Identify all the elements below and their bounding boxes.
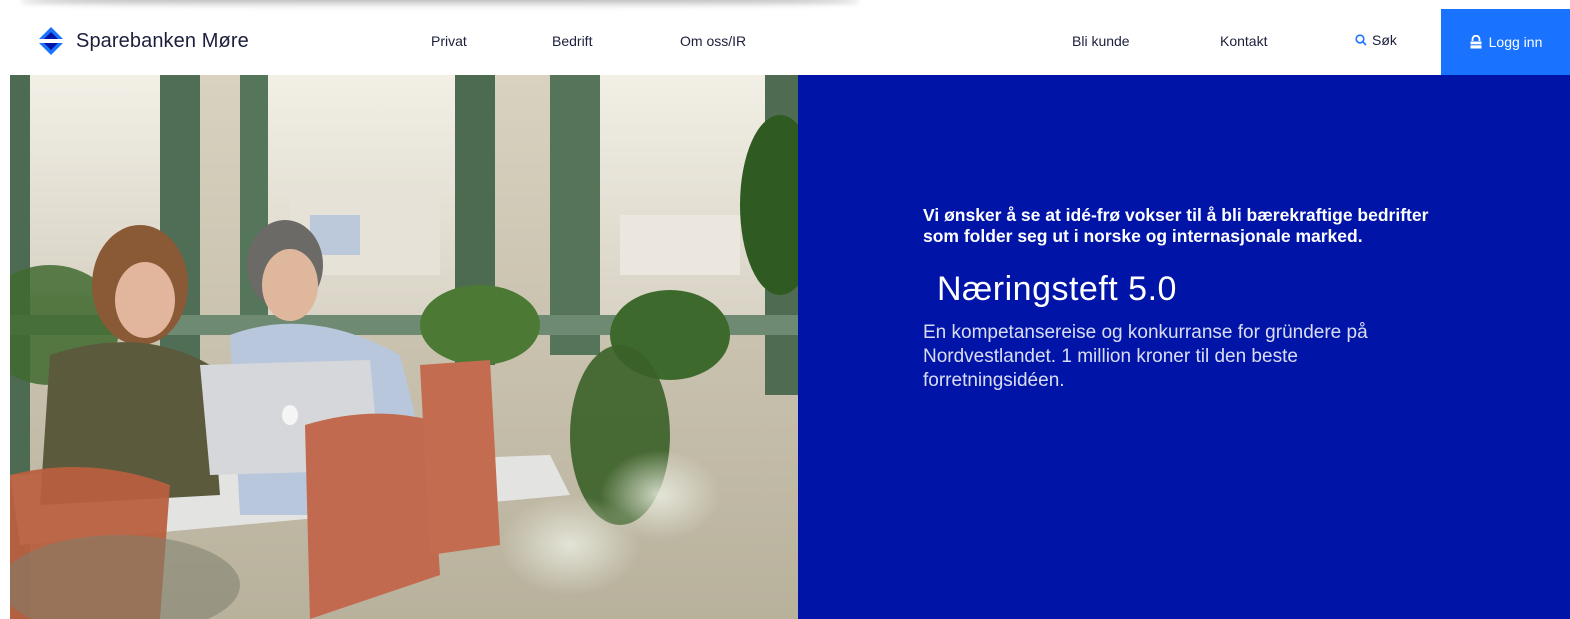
hero-panel: Vi ønsker å se at idé-frø vokser til å b…: [798, 75, 1570, 619]
brand-logo[interactable]: Sparebanken Møre: [36, 26, 249, 56]
nav-kontakt[interactable]: Kontakt: [1220, 33, 1267, 49]
hero-description: En kompetansereise og konkurranse for gr…: [923, 321, 1368, 392]
diamond-logo-icon: [39, 27, 63, 55]
brand-name: Sparebanken Møre: [76, 29, 249, 52]
nav-om-oss-ir[interactable]: Om oss/IR: [680, 33, 746, 49]
hero-photo: [10, 75, 798, 619]
search-button[interactable]: Søk: [1355, 32, 1397, 48]
nav-privat[interactable]: Privat: [431, 33, 467, 49]
lock-icon: [1470, 35, 1482, 49]
hero-title[interactable]: Næringsteft 5.0: [937, 270, 1443, 309]
hero-intro: Vi ønsker å se at idé-frø vokser til å b…: [923, 205, 1429, 247]
office-scene-image: [10, 75, 798, 619]
login-label: Logg inn: [1488, 34, 1543, 50]
hero-content: Vi ønsker å se at idé-frø vokser til å b…: [923, 205, 1443, 394]
search-label: Søk: [1372, 32, 1397, 48]
login-button[interactable]: Logg inn: [1441, 9, 1570, 75]
search-icon: [1355, 34, 1367, 46]
site-header: Sparebanken Møre Privat Bedrift Om oss/I…: [0, 0, 1570, 75]
header-shadow: [20, 0, 860, 8]
nav-bedrift[interactable]: Bedrift: [552, 33, 592, 49]
nav-bli-kunde[interactable]: Bli kunde: [1072, 33, 1130, 49]
